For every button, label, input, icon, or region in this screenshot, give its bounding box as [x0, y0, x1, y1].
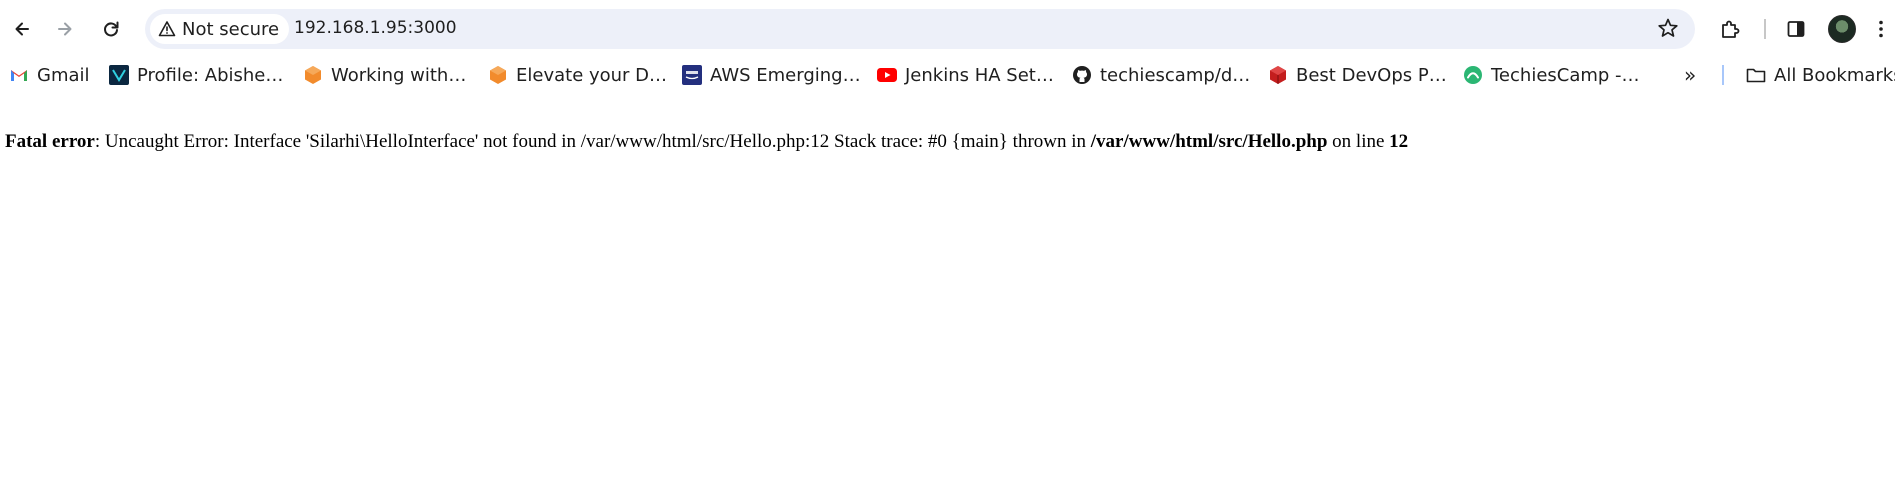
page-content: Fatal error: Uncaught Error: Interface '… — [0, 92, 1895, 484]
bookmark-label: Working with… — [331, 64, 467, 86]
forward-button[interactable] — [49, 13, 81, 45]
bookmark-label: Best DevOps P… — [1296, 64, 1447, 86]
security-chip[interactable]: Not secure — [150, 14, 290, 44]
reload-button[interactable] — [95, 13, 127, 45]
error-label: Fatal error — [5, 131, 95, 152]
toolbar-divider — [1764, 19, 1766, 39]
warning-triangle-icon — [158, 20, 176, 38]
gmail-icon — [9, 65, 29, 85]
bookmark-item[interactable]: AWS Emerging… — [682, 61, 861, 89]
bookmark-item[interactable]: Elevate your D… — [488, 61, 667, 89]
bookmark-item[interactable]: Best DevOps P… — [1268, 61, 1447, 89]
youtube-icon — [877, 65, 897, 85]
bookmark-label: techiescamp/d… — [1100, 64, 1251, 86]
profile-avatar-image — [1828, 15, 1856, 43]
php-fatal-error: Fatal error: Uncaught Error: Interface '… — [5, 131, 1408, 153]
bookmark-label: Elevate your D… — [516, 64, 668, 86]
bookmarks-divider — [1722, 65, 1724, 85]
bookmark-label: Gmail — [37, 64, 90, 86]
orange-cube-icon — [303, 65, 323, 85]
arrow-left-icon — [15, 22, 29, 36]
back-button[interactable] — [6, 13, 38, 45]
bookmark-item[interactable]: Gmail — [9, 61, 90, 89]
side-panel-icon[interactable] — [1780, 13, 1812, 45]
github-icon — [1072, 65, 1092, 85]
bookmark-label: AWS Emerging… — [710, 64, 861, 86]
bookmark-item[interactable]: TechiesCamp -… — [1463, 61, 1640, 89]
security-label: Not secure — [182, 18, 280, 40]
arrow-right-icon — [58, 22, 72, 36]
profile-logo-icon — [109, 65, 129, 85]
all-bookmarks-label: All Bookmarks — [1774, 64, 1895, 86]
bookmark-item[interactable]: techiescamp/d… — [1072, 61, 1250, 89]
bookmark-label: TechiesCamp -… — [1491, 64, 1640, 86]
orange-cube-icon — [488, 65, 508, 85]
puzzle-icon[interactable] — [1714, 13, 1746, 45]
aws-icon — [682, 65, 702, 85]
error-on-line: on line — [1327, 131, 1390, 152]
url-text[interactable]: 192.168.1.95:3000 — [294, 18, 457, 38]
error-file: /var/www/html/src/Hello.php — [1090, 131, 1328, 152]
bookmark-item[interactable]: Jenkins HA Set… — [877, 61, 1054, 89]
error-message: : Uncaught Error: Interface 'Silarhi\Hel… — [94, 131, 1091, 152]
kebab-menu-icon[interactable] — [1870, 13, 1892, 45]
bookmark-item[interactable]: Profile: Abishe… — [109, 61, 283, 89]
bookmark-item[interactable]: Working with… — [303, 61, 466, 89]
bookmarks-bar: Gmail Profile: Abishe… Working with… Ele… — [0, 58, 1895, 92]
reload-icon — [104, 21, 119, 37]
avatar[interactable] — [1826, 13, 1858, 45]
bookmarks-overflow-button[interactable]: » — [1684, 61, 1696, 89]
error-line-number: 12 — [1389, 131, 1409, 152]
techiescamp-icon — [1463, 65, 1483, 85]
bookmark-label: Jenkins HA Set… — [905, 64, 1054, 86]
all-bookmarks-button[interactable]: All Bookmarks — [1746, 61, 1895, 89]
browser-toolbar: Not secure 192.168.1.95:3000 — [0, 0, 1895, 58]
folder-icon — [1746, 65, 1766, 85]
red-cube-icon — [1268, 65, 1288, 85]
address-bar[interactable]: Not secure 192.168.1.95:3000 — [145, 9, 1695, 49]
bookmark-label: Profile: Abishe… — [137, 64, 284, 86]
star-icon[interactable] — [1657, 17, 1679, 39]
